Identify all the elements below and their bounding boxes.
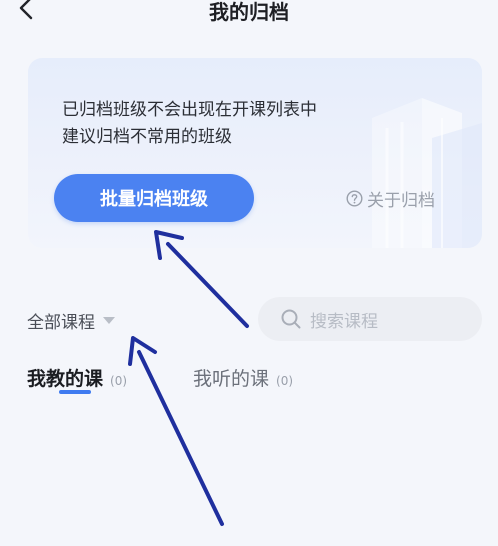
archive-info-line2: 建议归档不常用的班级 [62,127,232,147]
header: 我的归档 [0,0,498,26]
active-tab-indicator [59,390,91,394]
question-circle-icon [346,190,363,207]
archive-info-line1: 已归档班级不会出现在开课列表中 [62,100,317,120]
about-archive-label: 关于归档 [367,191,435,211]
building-decoration [372,98,482,248]
batch-archive-button[interactable]: 批量归档班级 [54,174,254,222]
tab-count: (0) [110,374,128,388]
tab-my-listening[interactable]: 我听的课 (0) [193,364,293,391]
tab-label: 我教的课 [27,368,104,390]
tab-count: (0) [276,374,294,388]
tab-label: 我听的课 [193,368,270,390]
archive-info-card: 已归档班级不会出现在开课列表中 建议归档不常用的班级 批量归档班级 关于归档 [28,58,482,248]
course-filter-dropdown[interactable]: 全部课程 [27,308,115,333]
page-title: 我的归档 [209,0,289,24]
about-archive-link[interactable]: 关于归档 [346,186,435,211]
tab-my-teaching[interactable]: 我教的课 (0) [27,364,127,391]
search-icon [280,308,302,330]
search-input[interactable]: 搜索课程 [258,297,482,341]
search-placeholder: 搜索课程 [310,311,378,332]
course-filter-label: 全部课程 [27,313,95,333]
caret-down-icon [103,317,115,324]
